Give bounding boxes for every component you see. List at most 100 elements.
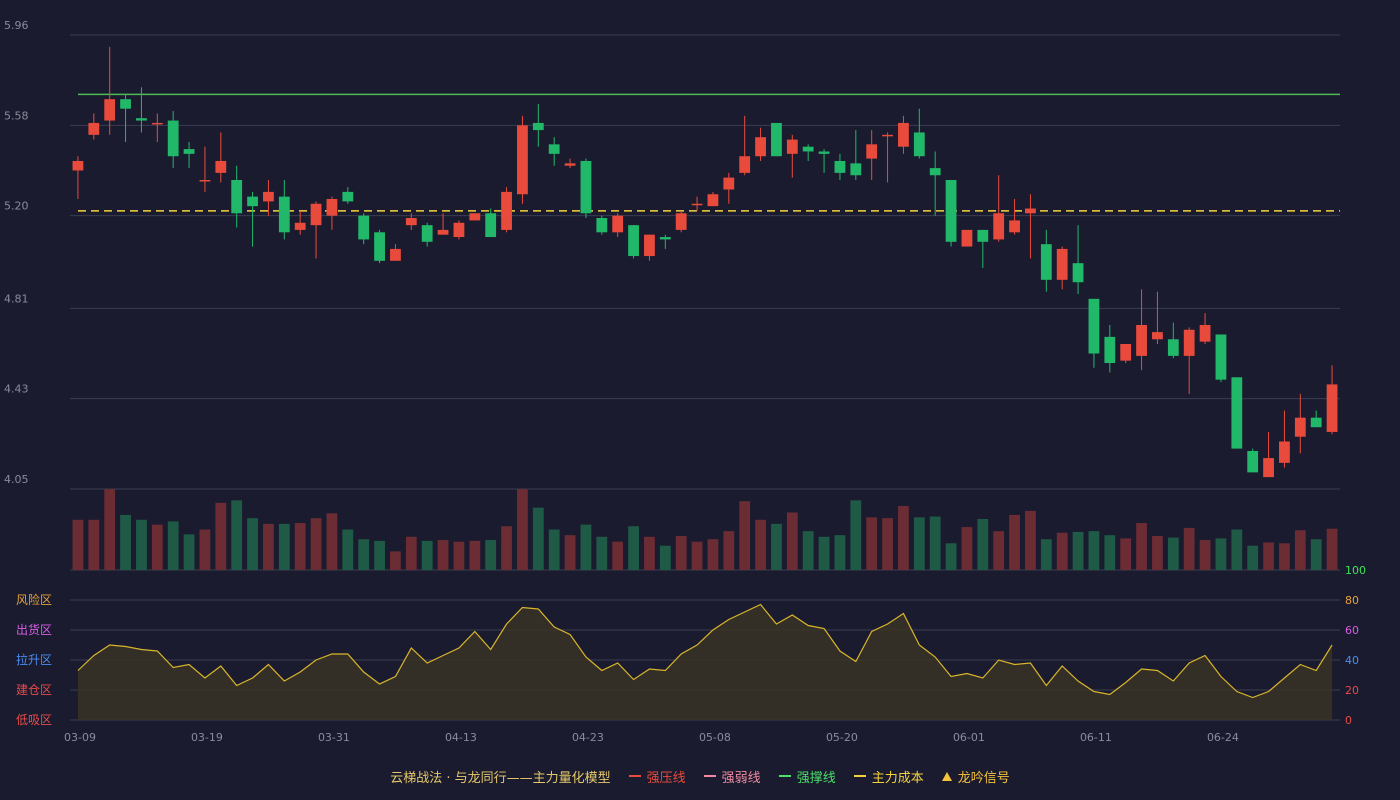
candle-body <box>532 122 544 131</box>
indicator-axis-label: 0 <box>1345 714 1352 727</box>
volume-bar <box>1199 540 1211 570</box>
cost-line-icon <box>853 775 866 777</box>
candle-body <box>1120 344 1132 361</box>
candle-body <box>485 213 497 238</box>
volume-bar <box>945 543 957 570</box>
volume-bar <box>596 536 608 570</box>
price-axis-label: 4.81 <box>4 292 29 305</box>
candle-body <box>310 203 322 226</box>
volume-bar <box>421 540 433 570</box>
candle-body <box>215 160 227 173</box>
candle-body <box>1056 248 1068 280</box>
candle-body <box>1294 417 1306 437</box>
candle-body <box>691 203 703 206</box>
volume-bar <box>278 523 290 570</box>
volume-bar <box>1231 529 1243 570</box>
volume-bar <box>1247 545 1259 570</box>
candle-body <box>151 122 163 125</box>
volume-bar <box>120 514 131 570</box>
indicator-axis-label: 20 <box>1345 684 1359 697</box>
candle-body <box>945 179 957 242</box>
candle-body <box>278 196 290 233</box>
x-axis-label: 06-11 <box>1080 731 1112 744</box>
candle-body <box>374 232 385 261</box>
candle-body <box>1263 458 1274 478</box>
candle-body <box>755 137 766 157</box>
chart-legend: 云梯战法 · 与龙同行——主力量化模型 强压线 强弱线 强撑线 主力成本 龙吟信… <box>0 762 1400 790</box>
indicator-area <box>77 604 1333 720</box>
zone-label: 拉升区 <box>16 652 52 667</box>
indicator-axis-label: 100 <box>1345 564 1366 577</box>
candle-body <box>929 168 941 176</box>
candle-body <box>1167 339 1179 356</box>
volume-bar <box>199 529 211 570</box>
volume-bar <box>786 512 798 570</box>
candle-body <box>913 132 925 157</box>
price-axis-label: 5.20 <box>4 200 29 213</box>
volume-bar <box>898 506 909 570</box>
volume-bar <box>1104 535 1116 570</box>
candle-body <box>898 122 909 147</box>
candle-body <box>739 156 751 173</box>
volume-bar <box>1279 543 1290 570</box>
volume-bar <box>1072 531 1084 570</box>
candle-body <box>1072 263 1084 283</box>
candle-body <box>786 139 798 154</box>
volume-bar <box>104 489 116 570</box>
legend-support: 强撑线 <box>778 767 836 786</box>
legend-title: 云梯战法 · 与龙同行——主力量化模型 <box>390 770 611 786</box>
volume-bar <box>1263 542 1274 570</box>
volume-bar <box>707 539 719 570</box>
volume-bar <box>231 500 243 570</box>
zone-label: 出货区 <box>16 622 52 637</box>
legend-signal: 龙吟信号 <box>941 767 1010 786</box>
candle-body <box>1009 220 1020 233</box>
x-axis-label: 03-09 <box>64 731 96 744</box>
legend-weak: 强弱线 <box>703 767 761 786</box>
volume-bar <box>501 526 512 570</box>
volume-bar <box>1294 530 1306 570</box>
candle-body <box>501 191 512 230</box>
candle-body <box>437 229 449 235</box>
volume-bar <box>183 534 195 570</box>
volume-bar <box>564 535 576 570</box>
candle-body <box>517 125 528 195</box>
volume-bar <box>961 527 973 570</box>
price-axis-label: 4.05 <box>4 473 29 486</box>
candle-body <box>1040 244 1052 280</box>
volume-bar <box>136 519 147 570</box>
volume-bar <box>1025 510 1036 570</box>
zone-label: 风险区 <box>16 592 52 607</box>
candle-body <box>644 234 655 257</box>
volume-bar <box>469 540 481 570</box>
candle-body <box>659 237 671 240</box>
candle-body <box>850 163 862 176</box>
legend-pressure: 强压线 <box>628 767 686 786</box>
candle-body <box>469 213 481 221</box>
volume-bar <box>882 518 893 570</box>
candle-body <box>247 196 258 207</box>
price-axis-label: 4.43 <box>4 383 29 396</box>
candle-body <box>993 213 1005 240</box>
x-axis-label: 05-08 <box>699 731 731 744</box>
volume-bar <box>1152 535 1163 570</box>
candle-body <box>1326 384 1338 432</box>
candle-body <box>564 163 576 166</box>
volume-bar <box>628 526 639 570</box>
candle-body <box>771 122 782 157</box>
candle-body <box>1231 377 1243 449</box>
price-axis-label: 5.96 <box>4 19 29 32</box>
candle-body <box>882 134 893 137</box>
x-axis-label: 05-20 <box>826 731 858 744</box>
volume-bar <box>580 524 592 570</box>
volume-bar <box>771 523 782 570</box>
volume-bar <box>1215 538 1227 570</box>
volume-bar <box>802 531 814 570</box>
candle-body <box>1104 336 1116 364</box>
volume-bar <box>485 540 497 570</box>
volume-bar <box>993 531 1005 570</box>
candle-body <box>104 99 116 121</box>
price-axis-label: 5.58 <box>4 109 29 122</box>
volume-bar <box>723 531 735 570</box>
volume-bar <box>834 535 846 570</box>
